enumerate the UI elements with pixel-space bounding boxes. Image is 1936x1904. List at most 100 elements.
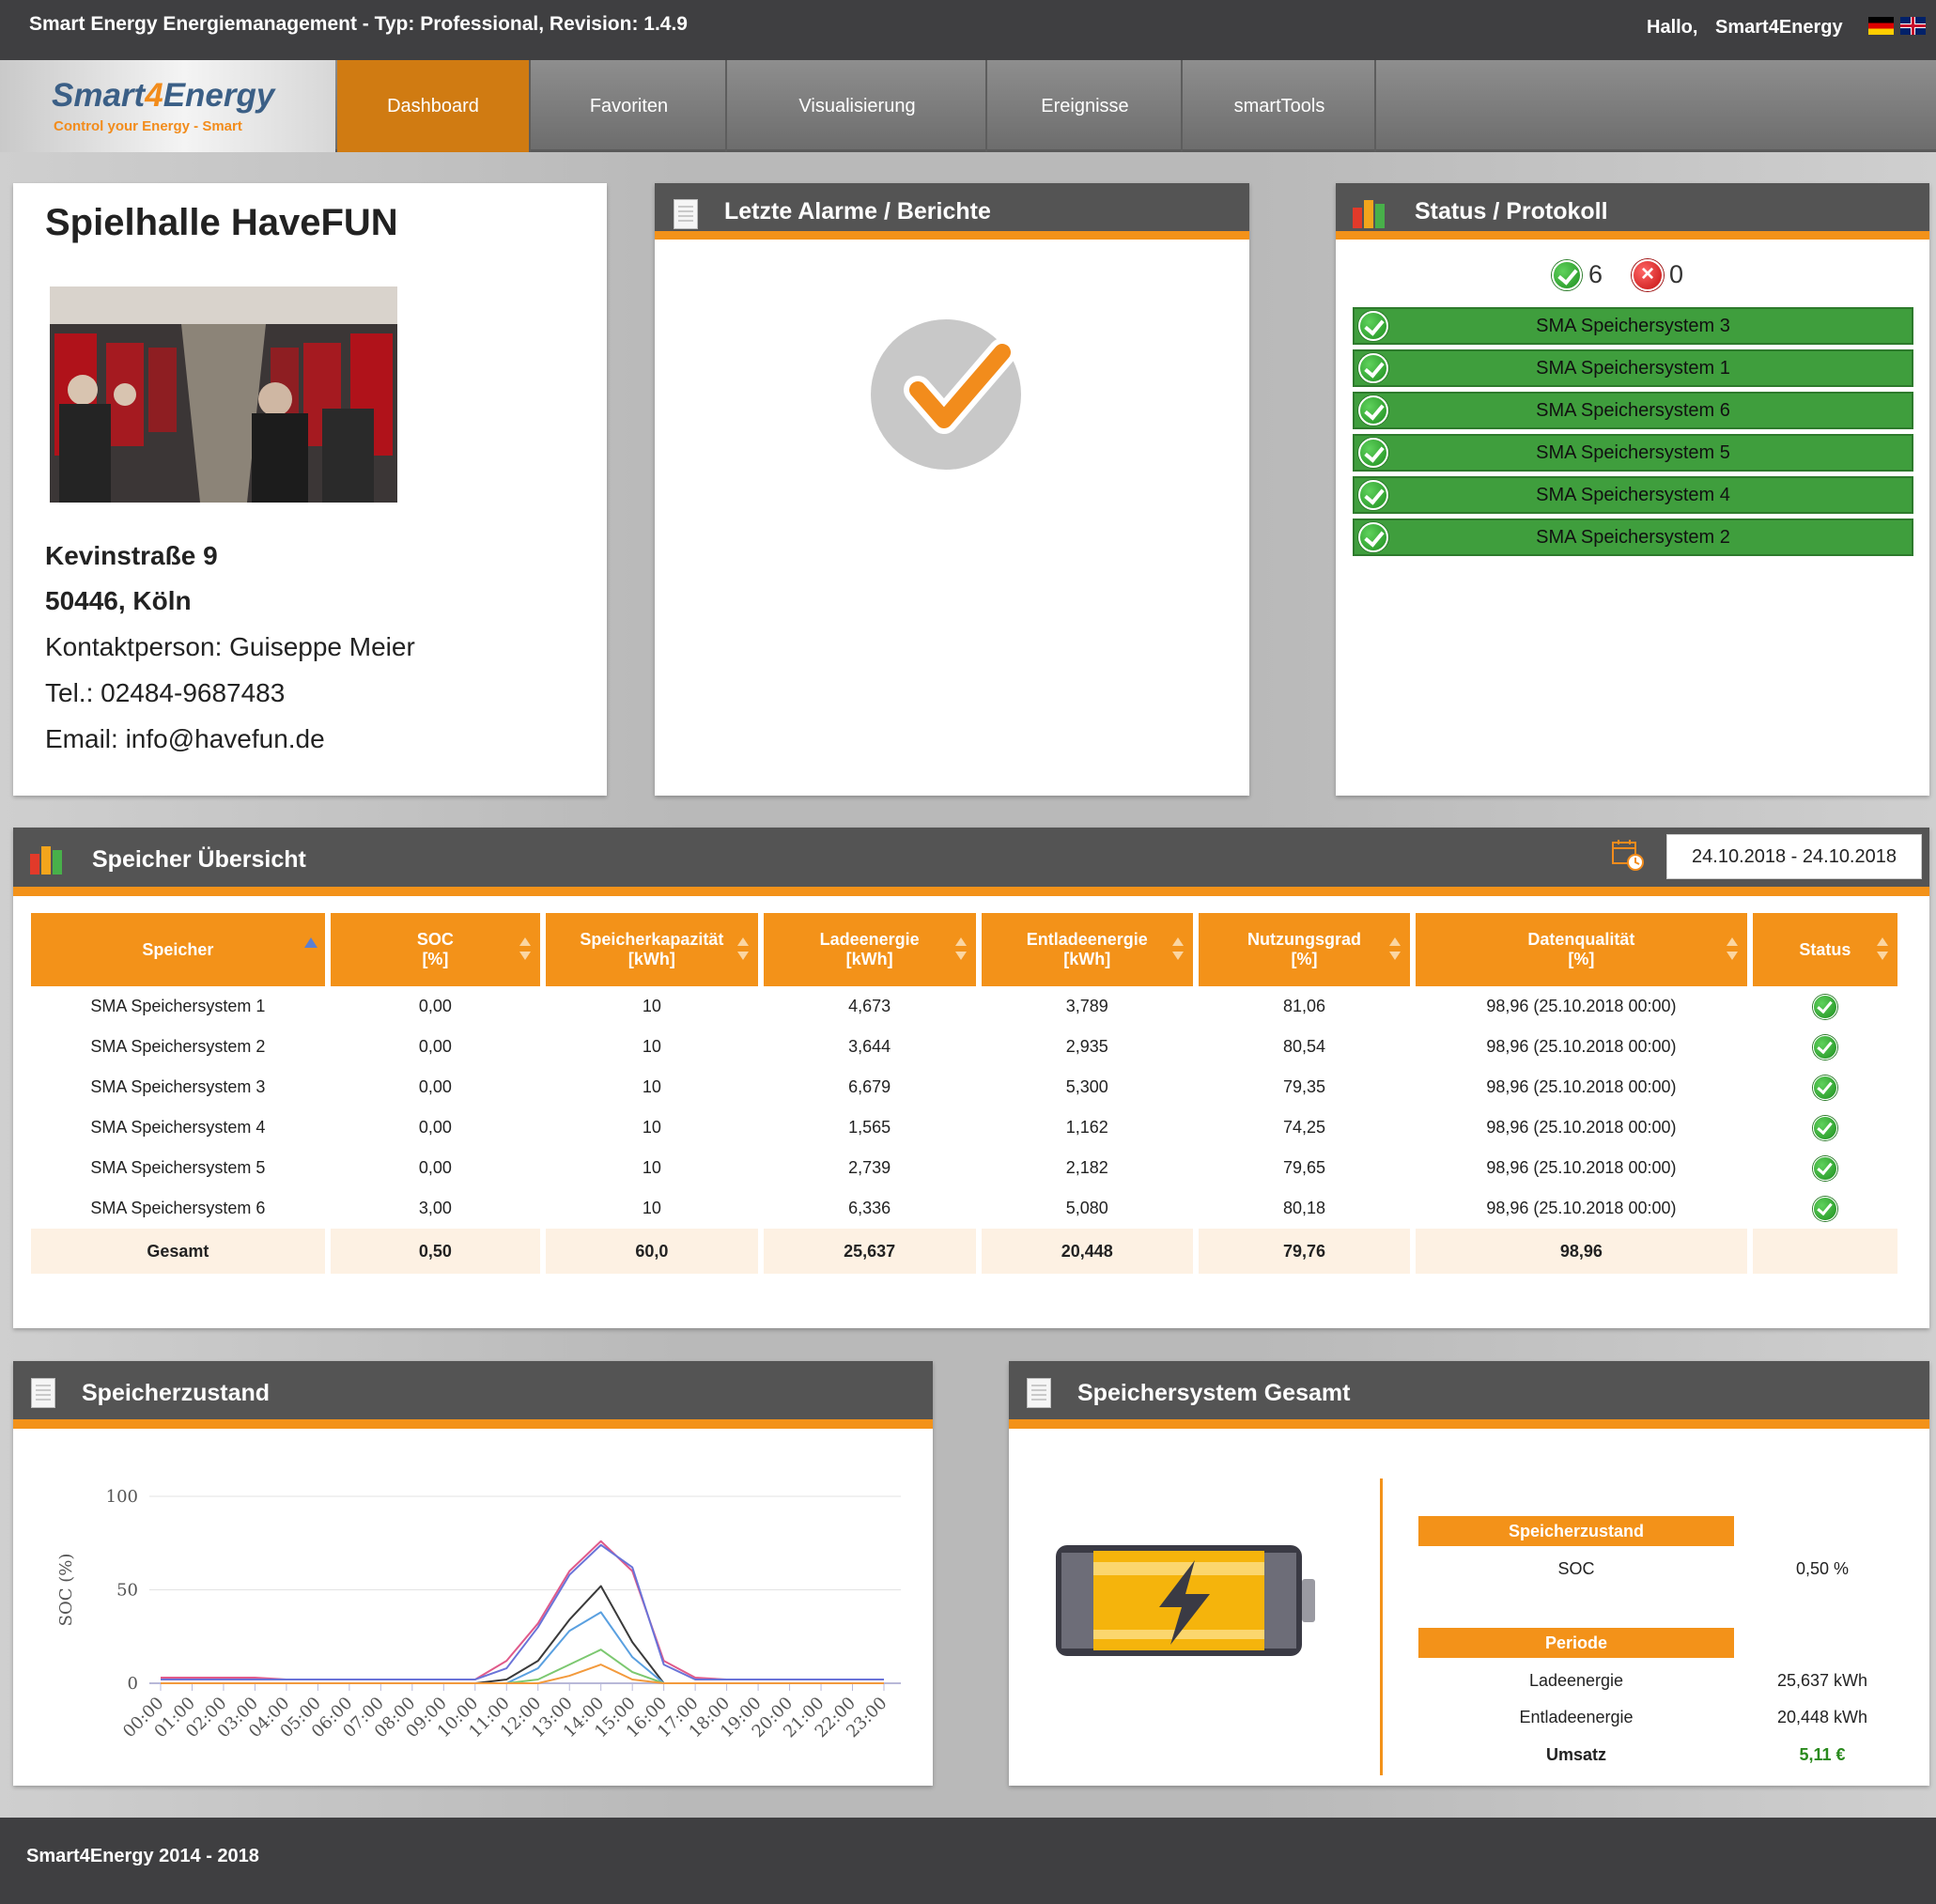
soc-panel-header: Speicherzustand	[13, 1361, 933, 1429]
status-row[interactable]: SMA Speichersystem 5	[1353, 434, 1913, 472]
error-count-icon: ×	[1632, 259, 1664, 291]
col-status[interactable]: Status	[1752, 913, 1897, 986]
bar-chart-icon	[1353, 200, 1386, 228]
total-row: Gesamt 0,50 60,0 25,637 20,448 79,76 98,96	[31, 1229, 1897, 1274]
y-tick-label: 50	[116, 1581, 138, 1601]
error-count: 0	[1669, 260, 1684, 288]
series-line	[161, 1543, 884, 1681]
y-tick-label: 100	[106, 1487, 138, 1507]
greeting-label: Hallo,	[1647, 17, 1698, 38]
overview-panel-title: Speicher Übersicht	[92, 846, 306, 873]
sort-icon	[1171, 937, 1184, 960]
sort-icon	[519, 937, 532, 960]
status-row[interactable]: SMA Speichersystem 4	[1353, 476, 1913, 514]
ok-check-icon	[1358, 522, 1388, 552]
nav-dashboard[interactable]: Dashboard	[337, 60, 531, 152]
ok-check-icon	[1358, 311, 1388, 341]
ok-check-icon	[1812, 1196, 1837, 1221]
ok-check-icon	[1358, 480, 1388, 510]
ok-check-icon	[1812, 1034, 1837, 1060]
ok-check-icon	[1358, 353, 1388, 383]
nav-favoriten[interactable]: Favoriten	[533, 60, 727, 152]
site-photo	[50, 286, 397, 503]
ok-count-icon	[1552, 260, 1582, 290]
app-title: Smart Energy Energiemanagement - Typ: Pr…	[29, 13, 688, 35]
site-street: Kevinstraße 9	[45, 541, 218, 570]
soc-line-chart: 10050000:0001:0002:0003:0004:0005:0006:0…	[56, 1487, 901, 1741]
date-range-input[interactable]: 24.10.2018 - 24.10.2018	[1666, 834, 1922, 879]
footer-copyright: Smart4Energy 2014 - 2018	[26, 1846, 259, 1866]
state-section-header: Speicherzustand	[1418, 1516, 1734, 1546]
main-nav: Smart4Energy Control your Energy - Smart…	[0, 60, 1936, 152]
revenue-label: Umsatz	[1545, 1745, 1607, 1764]
battery-icon	[1056, 1545, 1315, 1656]
total-panel-title: Speichersystem Gesamt	[1077, 1380, 1351, 1406]
table-row[interactable]: SMA Speichersystem 6 3,00 10 6,336 5,080 80,1…	[31, 1188, 1897, 1229]
ok-check-icon	[1812, 994, 1837, 1019]
period-section-header: Periode	[1418, 1628, 1734, 1658]
discharge-value: 20,448 kWh	[1776, 1708, 1868, 1726]
document-icon	[1027, 1378, 1051, 1408]
col-charge[interactable]: Ladeenergie [kWh]	[763, 913, 976, 986]
ok-check-icon	[1812, 1115, 1837, 1140]
ok-check-icon	[1358, 395, 1388, 426]
sort-icon	[1726, 937, 1738, 960]
soc-label: SOC	[1557, 1559, 1595, 1578]
bar-chart-icon	[30, 846, 64, 875]
status-panel-title: Status / Protokoll	[1415, 198, 1608, 224]
table-row[interactable]: SMA Speichersystem 1 0,00 10 4,673 3,789 81,0…	[31, 986, 1897, 1027]
series-line	[161, 1585, 884, 1684]
site-contact: Kontaktperson: Guiseppe Meier	[45, 632, 415, 661]
alarms-panel: Letzte Alarme / Berichte	[655, 183, 1249, 796]
status-row[interactable]: SMA Speichersystem 6	[1353, 392, 1913, 429]
site-email[interactable]: Email: info@havefun.de	[45, 724, 325, 754]
discharge-label: Entladeenergie	[1519, 1708, 1634, 1726]
site-city: 50446, Köln	[45, 586, 192, 615]
brand-tagline: Control your Energy - Smart	[54, 118, 242, 134]
divider	[1380, 1478, 1383, 1775]
nav-ereignisse[interactable]: Ereignisse	[989, 60, 1183, 152]
status-panel-header: Status / Protokoll	[1336, 183, 1929, 240]
site-title: Spielhalle HaveFUN	[45, 202, 398, 243]
sort-icon	[736, 937, 749, 960]
user-menu[interactable]: Smart4Energy	[1715, 17, 1843, 39]
table-row[interactable]: SMA Speichersystem 5 0,00 10 2,739 2,182 79,6…	[31, 1148, 1897, 1188]
document-icon	[674, 199, 698, 229]
table-row[interactable]: SMA Speichersystem 2 0,00 10 3,644 2,935 80,5…	[31, 1027, 1897, 1067]
site-phone: Tel.: 02484-9687483	[45, 678, 286, 707]
col-speicher[interactable]: Speicher	[31, 913, 325, 986]
status-row[interactable]: SMA Speichersystem 3	[1353, 307, 1913, 345]
y-axis-label: SOC (%)	[56, 1554, 76, 1627]
nav-smarttools[interactable]: smartTools	[1185, 60, 1376, 152]
uk-flag-icon[interactable]	[1900, 17, 1926, 35]
calendar-icon[interactable]	[1612, 839, 1644, 871]
status-row[interactable]: SMA Speichersystem 1	[1353, 349, 1913, 387]
nav-visualisierung[interactable]: Visualisierung	[729, 60, 987, 152]
sort-icon	[1877, 937, 1888, 960]
col-soc[interactable]: SOC [%]	[330, 913, 541, 986]
charge-label: Ladeenergie	[1528, 1671, 1624, 1690]
de-flag-icon[interactable]	[1868, 17, 1894, 35]
ok-check-icon	[1812, 1155, 1837, 1181]
alarms-panel-title: Letzte Alarme / Berichte	[724, 198, 991, 224]
document-icon	[31, 1378, 55, 1408]
soc-panel-title: Speicherzustand	[82, 1380, 271, 1406]
storage-table: Speicher SOC [%] Speicherkapazität [kWh] L…	[31, 913, 1909, 1274]
table-row[interactable]: SMA Speichersystem 4 0,00 10 1,565 1,162 74,2…	[31, 1107, 1897, 1148]
total-panel-header: Speichersystem Gesamt	[1009, 1361, 1929, 1429]
series-line	[161, 1540, 884, 1681]
col-capacity[interactable]: Speicherkapazität [kWh]	[546, 913, 758, 986]
brand-logo[interactable]: Smart4Energy Control your Energy - Smart	[0, 60, 335, 152]
ok-check-icon	[1358, 438, 1388, 468]
footer: Smart4Energy 2014 - 2018	[0, 1818, 1936, 1904]
table-row[interactable]: SMA Speichersystem 3 0,00 10 6,679 5,300 79,3…	[31, 1067, 1897, 1107]
col-efficiency[interactable]: Nutzungsgrad [%]	[1198, 913, 1411, 986]
col-discharge[interactable]: Entladeenergie [kWh]	[981, 913, 1193, 986]
col-data-quality[interactable]: Datenqualität [%]	[1416, 913, 1747, 986]
sort-icon	[954, 937, 967, 960]
y-tick-label: 0	[128, 1674, 138, 1694]
charge-value: 25,637 kWh	[1776, 1671, 1868, 1690]
soc-value: 0,50 %	[1795, 1559, 1850, 1578]
sort-icon	[1389, 937, 1402, 960]
status-row[interactable]: SMA Speichersystem 2	[1353, 519, 1913, 556]
